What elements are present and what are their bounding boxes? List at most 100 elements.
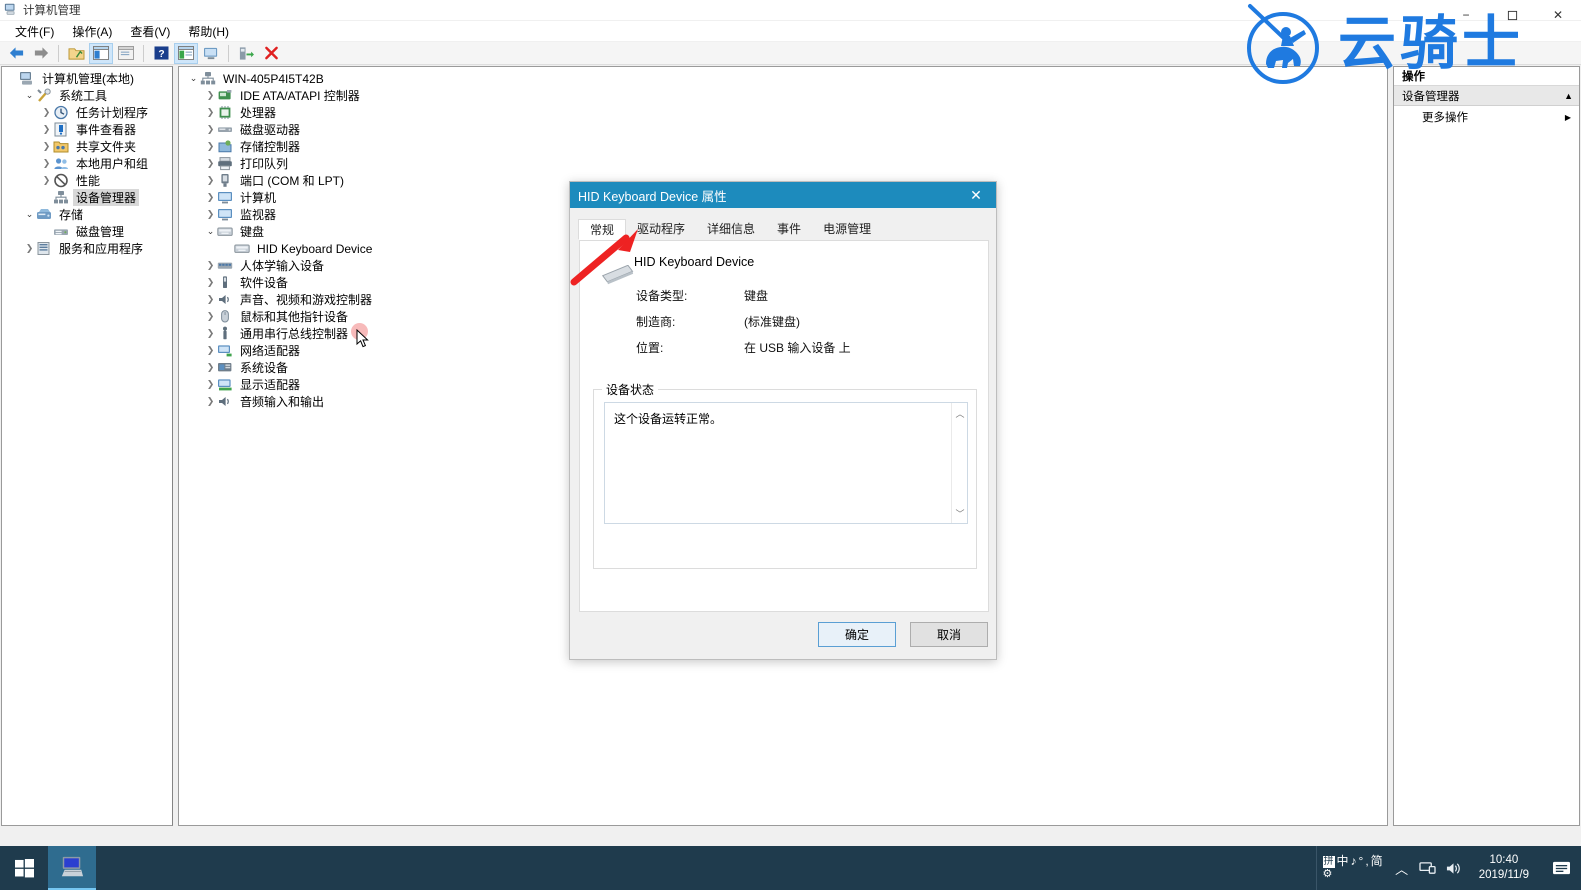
- tree-item[interactable]: ❯ IDE ATA/ATAPI 控制器: [179, 87, 1387, 104]
- ime-simplified: 简: [1370, 854, 1383, 868]
- tree-item[interactable]: ⌄ 存储: [2, 206, 172, 223]
- taskbar-item-computer-management[interactable]: [48, 846, 96, 890]
- menu-view[interactable]: 查看(V): [121, 21, 179, 42]
- show-hide-console-tree-icon[interactable]: [89, 42, 113, 64]
- dialog-close-icon[interactable]: ✕: [956, 182, 996, 208]
- chevron-right-icon[interactable]: ❯: [40, 175, 53, 186]
- status-scrollbar[interactable]: ︿ ﹀: [951, 403, 967, 523]
- console-tree-pane[interactable]: 计算机管理(本地) ⌄ 系统工具 ❯ 任务计划程序 ❯ 事件查看器 ❯ 共享文件夹 ❯ 本地用户和组…: [1, 66, 173, 826]
- tree-item[interactable]: 磁盘管理: [2, 223, 172, 240]
- chevron-right-icon[interactable]: ❯: [40, 158, 53, 169]
- chevron-right-icon[interactable]: ❯: [204, 192, 217, 203]
- tree-item[interactable]: ❯ 处理器: [179, 104, 1387, 121]
- chevron-right-icon[interactable]: ❯: [204, 158, 217, 169]
- clock[interactable]: 10:40 2019/11/9: [1467, 853, 1541, 883]
- toolbar-separator: [228, 44, 229, 62]
- chevron-right-icon[interactable]: ❯: [204, 328, 217, 339]
- update-driver-icon[interactable]: [234, 43, 258, 64]
- tree-item[interactable]: ❯ 打印队列: [179, 155, 1387, 172]
- chevron-right-icon[interactable]: ❯: [204, 396, 217, 407]
- cancel-button[interactable]: 取消: [910, 622, 988, 647]
- tree-item-label: 处理器: [240, 106, 277, 120]
- field-location-value: 在 USB 输入设备 上: [744, 341, 851, 355]
- display-icon[interactable]: [199, 43, 223, 64]
- chevron-right-icon[interactable]: ❯: [204, 107, 217, 118]
- forward-icon[interactable]: [29, 43, 53, 64]
- ok-button[interactable]: 确定: [818, 622, 896, 647]
- start-icon[interactable]: [0, 846, 48, 890]
- tree-item[interactable]: ⌄ 系统工具: [2, 87, 172, 104]
- chevron-right-icon[interactable]: ❯: [204, 124, 217, 135]
- chevron-right-icon[interactable]: ❯: [204, 294, 217, 305]
- tab-driver[interactable]: 驱动程序: [626, 218, 696, 239]
- chevron-down-icon[interactable]: ⌄: [187, 73, 200, 84]
- dialog-general-panel: HID Keyboard Device 设备类型: 键盘 制造商: (标准键盘)…: [579, 240, 989, 612]
- chevron-right-icon[interactable]: ❯: [204, 311, 217, 322]
- back-icon[interactable]: [4, 43, 28, 64]
- action-item-more-actions[interactable]: 更多操作 ▶: [1394, 106, 1579, 128]
- tree-item[interactable]: 设备管理器: [2, 189, 172, 206]
- tab-events[interactable]: 事件: [766, 218, 812, 239]
- network-icon[interactable]: [1415, 846, 1441, 890]
- chevron-right-icon[interactable]: ❯: [40, 107, 53, 118]
- tree-item[interactable]: ❯ 存储控制器: [179, 138, 1387, 155]
- chevron-up-icon[interactable]: ▲: [1564, 91, 1573, 101]
- tree-item[interactable]: ❯ 服务和应用程序: [2, 240, 172, 257]
- scroll-up-icon[interactable]: ︿: [952, 405, 968, 421]
- performance-icon: [53, 173, 69, 188]
- field-manufacturer: 制造商: (标准键盘): [580, 313, 988, 330]
- chevron-right-icon[interactable]: ❯: [23, 243, 36, 254]
- tree-item[interactable]: ⌄ WIN-405P4I5T42B: [179, 70, 1387, 87]
- ide-controller-icon: [217, 88, 233, 103]
- menu-help[interactable]: 帮助(H): [179, 21, 238, 42]
- chevron-right-icon[interactable]: ❯: [204, 209, 217, 220]
- chevron-right-icon[interactable]: ❯: [204, 277, 217, 288]
- tree-item[interactable]: 计算机管理(本地): [2, 70, 172, 87]
- ime-pinyin-badge: 拼: [1322, 855, 1335, 868]
- tab-power-management[interactable]: 电源管理: [812, 218, 882, 239]
- ime-indicator[interactable]: 拼 中 ♪ ° , 简 ⚙: [1317, 855, 1389, 881]
- computer-icon: [217, 190, 233, 205]
- volume-icon[interactable]: [1441, 846, 1467, 890]
- properties-icon[interactable]: [114, 43, 138, 64]
- tree-item-label: 人体学输入设备: [240, 259, 325, 273]
- device-status-textarea[interactable]: 这个设备运转正常。 ︿ ﹀: [604, 402, 968, 524]
- chevron-right-icon[interactable]: ❯: [40, 124, 53, 135]
- device-properties-dialog: HID Keyboard Device 属性 ✕ 常规 驱动程序 详细信息 事件…: [569, 181, 997, 660]
- chevron-right-icon[interactable]: ❯: [40, 141, 53, 152]
- computer-management-icon: [4, 2, 18, 19]
- tree-item[interactable]: ❯ 性能: [2, 172, 172, 189]
- chevron-right-icon[interactable]: ❯: [204, 175, 217, 186]
- chevron-down-icon[interactable]: ⌄: [23, 209, 36, 220]
- uninstall-device-icon[interactable]: [259, 43, 283, 64]
- chevron-right-icon[interactable]: ❯: [204, 379, 217, 390]
- tray-chevron-up-icon[interactable]: ︿: [1389, 846, 1415, 890]
- tab-general[interactable]: 常规: [578, 219, 627, 240]
- up-folder-icon[interactable]: [64, 43, 88, 64]
- chevron-right-icon[interactable]: ❯: [204, 345, 217, 356]
- tree-item[interactable]: ❯ 事件查看器: [2, 121, 172, 138]
- ime-settings-icon[interactable]: ⚙: [1323, 868, 1333, 881]
- chevron-down-icon[interactable]: ⌄: [204, 226, 217, 237]
- menu-action[interactable]: 操作(A): [63, 21, 121, 42]
- chevron-right-icon[interactable]: ❯: [204, 141, 217, 152]
- scroll-down-icon[interactable]: ﹀: [952, 505, 968, 521]
- tree-item[interactable]: ❯ 磁盘驱动器: [179, 121, 1387, 138]
- field-device-type-value: 键盘: [744, 289, 769, 303]
- chevron-right-icon[interactable]: ❯: [204, 362, 217, 373]
- shared-folders-icon: [53, 139, 69, 154]
- tree-item[interactable]: ❯ 本地用户和组: [2, 155, 172, 172]
- actions-group-device-manager[interactable]: 设备管理器 ▲: [1394, 86, 1579, 106]
- chevron-down-icon[interactable]: ⌄: [23, 90, 36, 101]
- actions-group-label: 设备管理器: [1402, 90, 1460, 103]
- chevron-right-icon[interactable]: ❯: [204, 260, 217, 271]
- tree-item[interactable]: ❯ 共享文件夹: [2, 138, 172, 155]
- tab-details[interactable]: 详细信息: [696, 218, 766, 239]
- help-icon[interactable]: ?: [149, 43, 173, 64]
- notification-icon[interactable]: [1541, 846, 1581, 890]
- menu-file[interactable]: 文件(F): [6, 21, 63, 42]
- scan-hardware-changes-icon[interactable]: [174, 42, 198, 64]
- chevron-right-icon[interactable]: ❯: [204, 90, 217, 101]
- device-header: HID Keyboard Device: [580, 241, 988, 285]
- tree-item[interactable]: ❯ 任务计划程序: [2, 104, 172, 121]
